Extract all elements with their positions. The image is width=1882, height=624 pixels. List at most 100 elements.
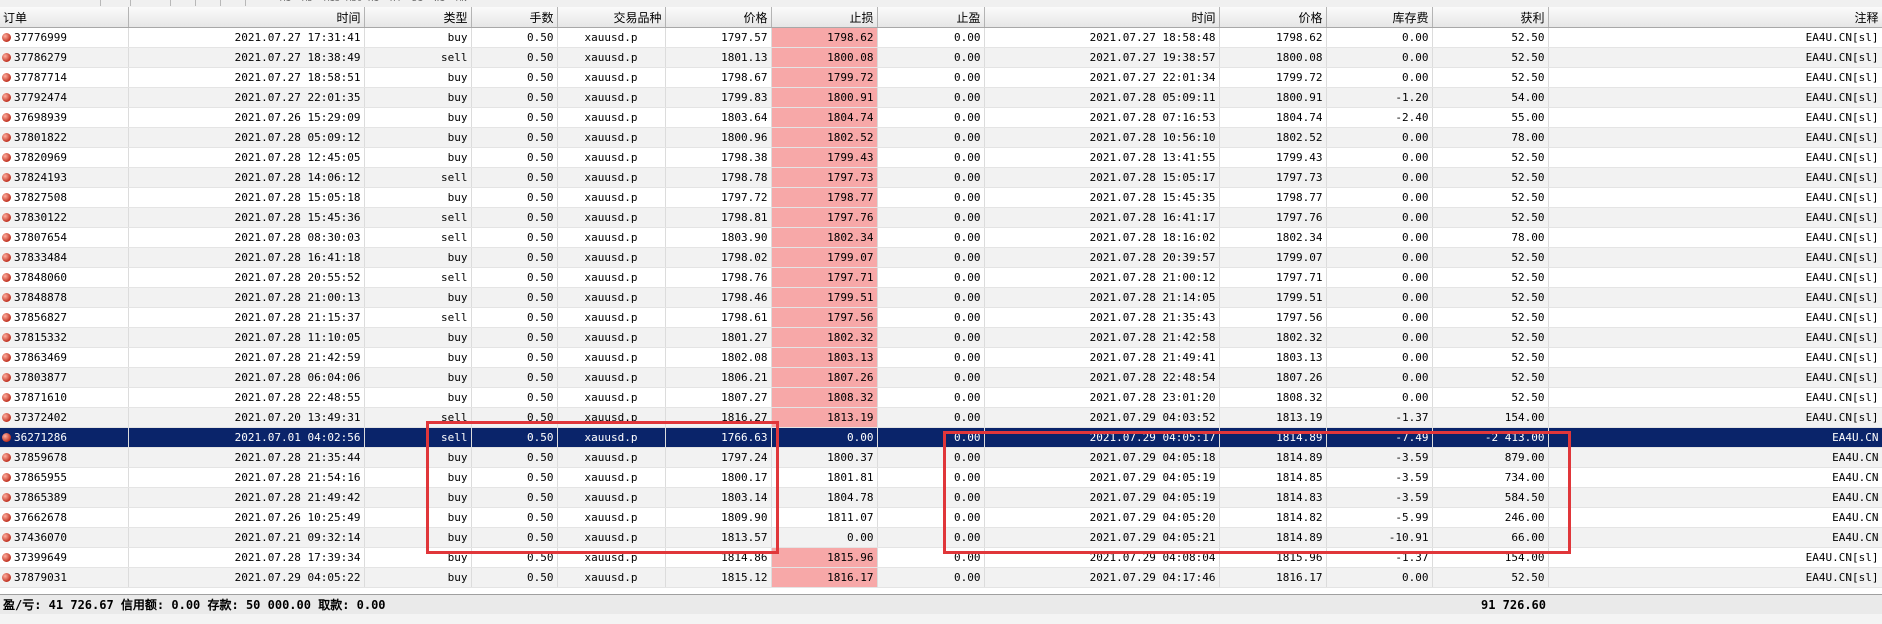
table-row[interactable]: 36271286 2021.07.01 04:02:56 sell 0.50 xauus… (0, 427, 1882, 448)
table-row[interactable]: 37859678 2021.07.28 21:35:44 buy 0.50 xauusd… (0, 447, 1882, 468)
toolbar-tool-icon[interactable] (245, 0, 256, 6)
table-row[interactable]: 37399649 2021.07.28 17:39:34 buy 0.50 xauusd… (0, 547, 1882, 568)
timeframe-m30[interactable]: M30 (346, 0, 362, 4)
toolbar-tool-icon[interactable] (100, 0, 111, 6)
table-row[interactable]: 37827508 2021.07.28 15:05:18 buy 0.50 xauusd… (0, 187, 1882, 208)
cell-comment: EA4U.CN[sl] (1548, 47, 1882, 68)
table-row[interactable]: 37801822 2021.07.28 05:09:12 buy 0.50 xauusd… (0, 127, 1882, 148)
cell-open-time: 2021.07.27 22:01:35 (128, 87, 365, 108)
column-header-type[interactable]: 类型 (364, 7, 472, 28)
cell-open-price: 1801.27 (665, 327, 772, 348)
table-row[interactable]: 37824193 2021.07.28 14:06:12 sell 0.50 xauus… (0, 167, 1882, 188)
timeframe-d1[interactable]: D1 (412, 0, 423, 4)
column-header-symbol[interactable]: 交易品种 (557, 7, 666, 28)
order-closed-icon (2, 173, 11, 182)
table-row[interactable]: 37848060 2021.07.28 20:55:52 sell 0.50 xauus… (0, 267, 1882, 288)
column-header-profit[interactable]: 获利 (1432, 7, 1549, 28)
table-row[interactable]: 37815332 2021.07.28 11:10:05 buy 0.50 xauusd… (0, 327, 1882, 348)
table-row[interactable]: 37436070 2021.07.21 09:32:14 buy 0.50 xauusd… (0, 527, 1882, 548)
column-header-comment[interactable]: 注释 (1548, 7, 1882, 28)
table-row[interactable]: 37865389 2021.07.28 21:49:42 buy 0.50 xauusd… (0, 487, 1882, 508)
cell-symbol: xauusd.p (557, 87, 666, 108)
cell-close-time: 2021.07.29 04:05:19 (984, 467, 1220, 488)
cell-open-price: 1807.27 (665, 387, 772, 408)
cell-type: buy (364, 327, 472, 348)
table-row[interactable]: 37856827 2021.07.28 21:15:37 sell 0.50 xauus… (0, 307, 1882, 328)
table-row[interactable]: 37776999 2021.07.27 17:31:41 buy 0.50 xauusd… (0, 27, 1882, 48)
order-closed-icon (2, 293, 11, 302)
cell-swap: 0.00 (1326, 387, 1433, 408)
column-header-open-price[interactable]: 价格 (665, 7, 772, 28)
cell-open-price: 1798.61 (665, 307, 772, 328)
table-row[interactable]: 37803877 2021.07.28 06:04:06 buy 0.50 xauusd… (0, 367, 1882, 388)
order-closed-icon (2, 513, 11, 522)
ticket-number: 37856827 (14, 311, 67, 324)
column-header-open-time[interactable]: 时间 (128, 7, 365, 28)
table-row[interactable]: 37372402 2021.07.20 13:49:31 sell 0.50 xauus… (0, 407, 1882, 428)
cell-take-profit: 0.00 (877, 447, 985, 468)
cell-close-time: 2021.07.29 04:05:20 (984, 507, 1220, 528)
timeframe-h1[interactable]: H1 (368, 0, 379, 4)
cell-symbol: xauusd.p (557, 287, 666, 308)
order-closed-icon (2, 33, 11, 42)
column-header-close-price[interactable]: 价格 (1219, 7, 1327, 28)
timeframe-m1[interactable]: M1 (280, 0, 291, 4)
cell-ticket: 37801822 (0, 127, 129, 148)
column-header-close-time[interactable]: 时间 (984, 7, 1220, 28)
table-row[interactable]: 37848878 2021.07.28 21:00:13 buy 0.50 xauusd… (0, 287, 1882, 308)
table-row[interactable]: 37863469 2021.07.28 21:42:59 buy 0.50 xauusd… (0, 347, 1882, 368)
order-closed-icon (2, 253, 11, 262)
cell-swap: 0.00 (1326, 227, 1433, 248)
timeframe-mn[interactable]: MN (456, 0, 467, 4)
table-row[interactable]: 37792474 2021.07.27 22:01:35 buy 0.50 xauusd… (0, 87, 1882, 108)
cell-symbol: xauusd.p (557, 547, 666, 568)
column-header-swap[interactable]: 库存费 (1326, 7, 1433, 28)
cell-stop-loss: 1811.07 (771, 507, 878, 528)
cell-comment: EA4U.CN[sl] (1548, 287, 1882, 308)
cell-open-time: 2021.07.28 05:09:12 (128, 127, 365, 148)
cell-open-price: 1797.57 (665, 27, 772, 48)
cell-type: buy (364, 27, 472, 48)
cell-close-price: 1807.26 (1219, 367, 1327, 388)
timeframe-m15[interactable]: M15 (324, 0, 340, 4)
cell-swap: 0.00 (1326, 267, 1433, 288)
column-header-lots[interactable]: 手数 (471, 7, 558, 28)
table-row[interactable]: 37698939 2021.07.26 15:29:09 buy 0.50 xauusd… (0, 107, 1882, 128)
table-row[interactable]: 37830122 2021.07.28 15:45:36 sell 0.50 xauus… (0, 207, 1882, 228)
toolbar-tool-icon[interactable] (170, 0, 181, 6)
toolbar-tool-icon[interactable] (130, 0, 141, 6)
column-header-take-profit[interactable]: 止盈 (877, 7, 985, 28)
table-row[interactable]: 37879031 2021.07.29 04:05:22 buy 0.50 xauusd… (0, 567, 1882, 588)
cell-comment: EA4U.CN[sl] (1548, 127, 1882, 148)
cell-open-time: 2021.07.28 17:39:34 (128, 547, 365, 568)
cell-stop-loss: 1801.81 (771, 467, 878, 488)
timeframe-w1[interactable]: W1 (434, 0, 445, 4)
column-header-ticket[interactable]: 订单 (0, 7, 129, 28)
table-row[interactable]: 37833484 2021.07.28 16:41:18 buy 0.50 xauusd… (0, 247, 1882, 268)
cell-close-time: 2021.07.29 04:03:52 (984, 407, 1220, 428)
cell-stop-loss: 1798.62 (771, 27, 878, 48)
toolbar-tool-icon[interactable] (220, 0, 231, 6)
order-closed-icon (2, 553, 11, 562)
table-row[interactable]: 37807654 2021.07.28 08:30:03 sell 0.50 xauus… (0, 227, 1882, 248)
table-row[interactable]: 37871610 2021.07.28 22:48:55 buy 0.50 xauusd… (0, 387, 1882, 408)
timeframe-h4[interactable]: H4 (390, 0, 401, 4)
table-row[interactable]: 37787714 2021.07.27 18:58:51 buy 0.50 xauusd… (0, 67, 1882, 88)
cell-stop-loss: 1797.76 (771, 207, 878, 228)
table-row[interactable]: 37865955 2021.07.28 21:54:16 buy 0.50 xauusd… (0, 467, 1882, 488)
cell-swap: 0.00 (1326, 67, 1433, 88)
cell-symbol: xauusd.p (557, 147, 666, 168)
timeframe-m5[interactable]: M5 (302, 0, 313, 4)
table-row[interactable]: 37820969 2021.07.28 12:45:05 buy 0.50 xauusd… (0, 147, 1882, 168)
cell-close-time: 2021.07.28 23:01:20 (984, 387, 1220, 408)
cell-profit: 52.50 (1432, 347, 1549, 368)
table-row[interactable]: 37662678 2021.07.26 10:25:49 buy 0.50 xauusd… (0, 507, 1882, 528)
cell-open-time: 2021.07.28 21:54:16 (128, 467, 365, 488)
cell-ticket: 37787714 (0, 67, 129, 88)
column-header-stop-loss[interactable]: 止损 (771, 7, 878, 28)
table-row[interactable]: 37786279 2021.07.27 18:38:49 sell 0.50 xauus… (0, 47, 1882, 68)
cell-open-price: 1803.14 (665, 487, 772, 508)
toolbar-tool-icon[interactable] (195, 0, 206, 6)
cell-take-profit: 0.00 (877, 467, 985, 488)
order-closed-icon (2, 333, 11, 342)
